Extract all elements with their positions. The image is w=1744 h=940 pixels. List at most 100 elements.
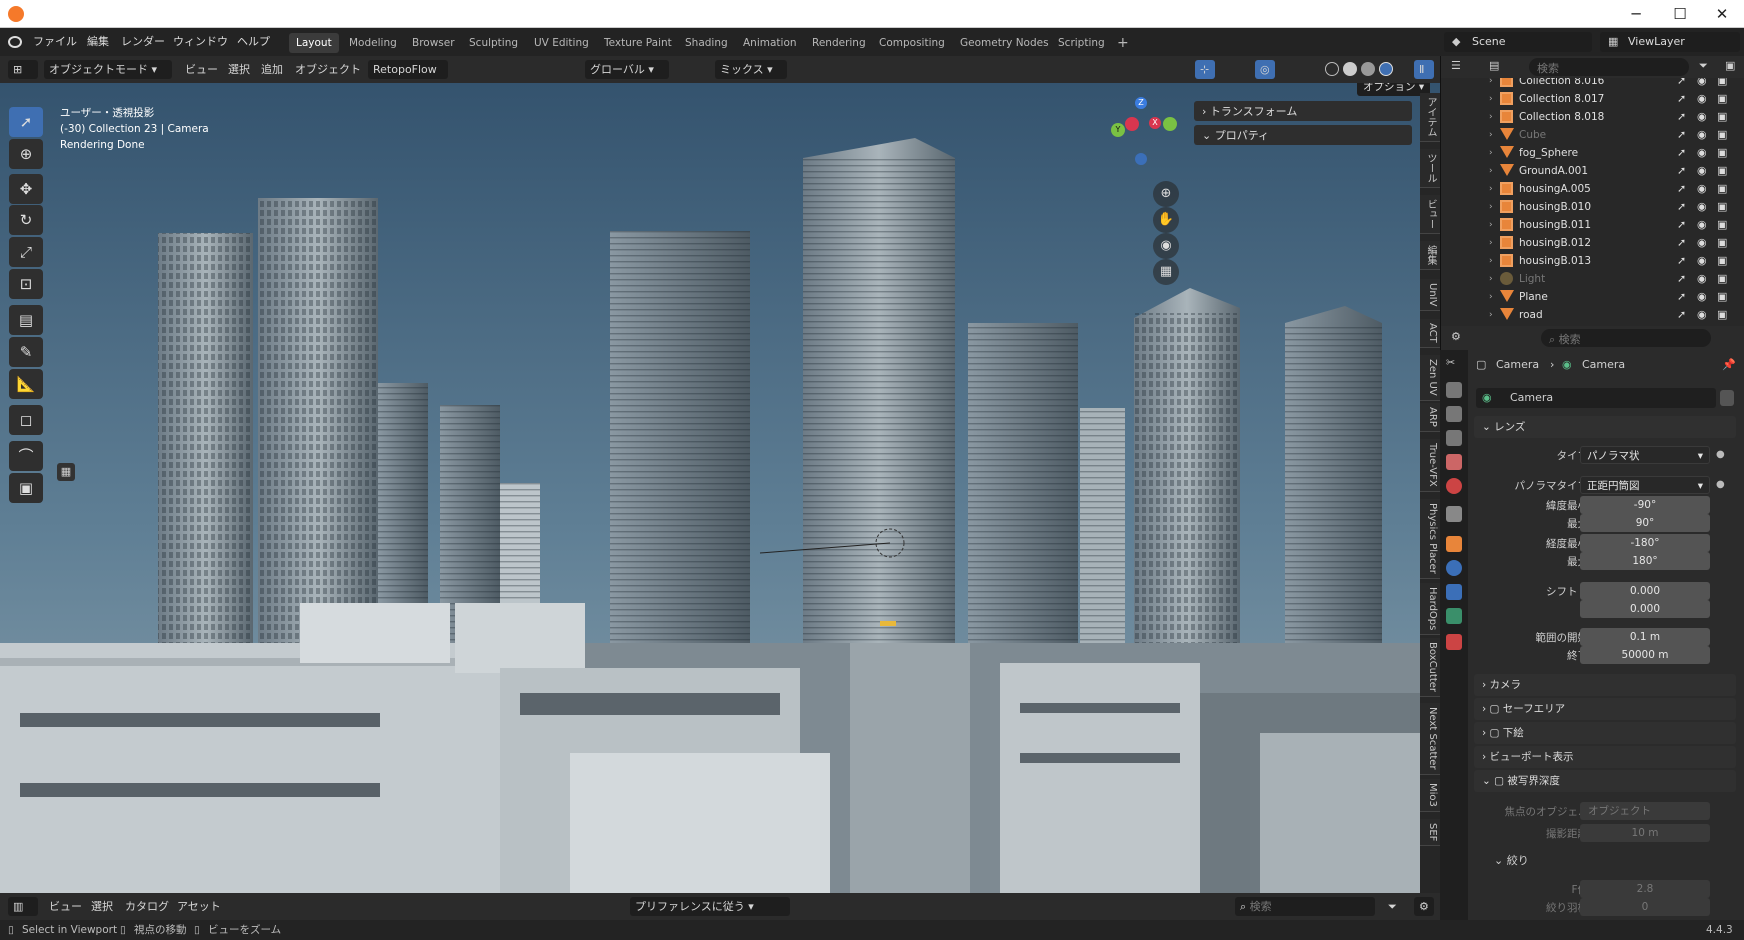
display-mode-icon[interactable]: ▤ <box>1489 59 1499 72</box>
visibility-eye-icon[interactable]: ◉ <box>1697 270 1707 288</box>
tab-texture-paint[interactable]: Texture Paint <box>597 33 679 53</box>
tab-sculpting[interactable]: Sculpting <box>462 33 525 53</box>
render-camera-icon[interactable]: ▣ <box>1717 234 1727 252</box>
render-camera-icon[interactable]: ▣ <box>1717 198 1727 216</box>
expand-chevron-icon[interactable]: › <box>1489 306 1493 324</box>
expand-chevron-icon[interactable]: › <box>1489 216 1493 234</box>
render-props-tab-icon[interactable] <box>1446 382 1462 398</box>
outliner-row[interactable]: › GroundA.001 ➚ ◉ ▣ <box>1441 162 1744 180</box>
select-tool-icon[interactable]: ➚ <box>9 107 43 137</box>
gizmo-x-axis[interactable]: X <box>1149 117 1161 129</box>
menu-object[interactable]: オブジェクト <box>290 60 366 79</box>
outliner-row[interactable]: › Light ➚ ◉ ▣ <box>1441 270 1744 288</box>
outliner-row[interactable]: › housingB.010 ➚ ◉ ▣ <box>1441 198 1744 216</box>
blender-menu-icon[interactable] <box>8 36 22 48</box>
visibility-eye-icon[interactable]: ◉ <box>1697 180 1707 198</box>
visibility-eye-icon[interactable]: ◉ <box>1697 90 1707 108</box>
lon-min-field[interactable]: -180° <box>1580 534 1710 552</box>
expand-chevron-icon[interactable]: › <box>1489 288 1493 306</box>
3d-viewport[interactable]: ユーザー・透視投影 (-30) Collection 23 | Camera R… <box>0 83 1440 893</box>
viewlayer-selector[interactable]: ▦ ViewLayer <box>1600 32 1740 52</box>
menu-file[interactable]: ファイル <box>28 32 82 52</box>
side-tab-edit[interactable]: 編集 <box>1420 241 1440 270</box>
tab-modeling[interactable]: Modeling <box>342 33 404 53</box>
lens-section[interactable]: ⌄ レンズ <box>1474 416 1736 438</box>
outliner-row[interactable]: › housingB.012 ➚ ◉ ▣ <box>1441 234 1744 252</box>
menu-add[interactable]: 追加 <box>256 60 288 79</box>
settings-gear-icon[interactable]: ⚙ <box>1414 897 1434 916</box>
gizmo-neg-x[interactable] <box>1125 117 1139 131</box>
measure-tool-icon[interactable]: 📐 <box>9 369 43 399</box>
mode-dropdown[interactable]: オブジェクトモード ▾ <box>44 60 172 79</box>
outliner-row[interactable]: › housingB.013 ➚ ◉ ▣ <box>1441 252 1744 270</box>
side-tab-tool[interactable]: ツール <box>1420 149 1440 188</box>
object-props-tab-icon[interactable] <box>1446 536 1462 552</box>
expand-chevron-icon[interactable]: › <box>1489 162 1493 180</box>
tab-layout[interactable]: Layout <box>289 33 339 53</box>
select-toggle-icon[interactable]: ➚ <box>1677 90 1686 108</box>
background-images-section[interactable]: › ▢ 下絵 <box>1474 722 1736 744</box>
blades-field[interactable]: 0 <box>1580 898 1710 916</box>
aperture-subsection[interactable]: ⌄ 絞り <box>1494 852 1529 868</box>
visibility-eye-icon[interactable]: ◉ <box>1697 234 1707 252</box>
visibility-eye-icon[interactable]: ◉ <box>1697 252 1707 270</box>
visibility-eye-icon[interactable]: ◉ <box>1697 198 1707 216</box>
close-button[interactable]: ✕ <box>1700 4 1744 24</box>
retopoflow-dropdown[interactable]: RetopoFlow ▾ <box>368 60 448 95</box>
expand-chevron-icon[interactable]: › <box>1489 198 1493 216</box>
camera-view-icon[interactable]: ◉ <box>1153 233 1179 259</box>
select-toggle-icon[interactable]: ➚ <box>1677 252 1686 270</box>
render-camera-icon[interactable]: ▣ <box>1717 306 1727 324</box>
outliner-editor-icon[interactable]: ☰ <box>1451 59 1461 72</box>
material-shading-icon[interactable] <box>1361 62 1375 76</box>
texture-tab-icon[interactable] <box>1446 634 1462 650</box>
expand-chevron-icon[interactable]: › <box>1489 270 1493 288</box>
annotate-tool-icon[interactable]: ▤ <box>9 305 43 335</box>
side-tab-mio3[interactable]: Mio3 <box>1420 779 1440 812</box>
footer-menu-catalog[interactable]: カタログ <box>120 897 174 916</box>
npanel-transform-section[interactable]: › トランスフォーム <box>1194 101 1412 121</box>
side-tab-next-scatter[interactable]: Next Scatter <box>1420 703 1440 775</box>
visibility-eye-icon[interactable]: ◉ <box>1697 144 1707 162</box>
menu-window[interactable]: ウィンドウ <box>168 32 233 52</box>
overlay-toggle-icon[interactable]: ◎ <box>1255 60 1275 79</box>
camera-datablock-field[interactable]: ◉ Camera <box>1476 388 1716 408</box>
fake-user-shield-icon[interactable] <box>1720 390 1734 406</box>
gizmo-y-axis[interactable]: Y <box>1111 123 1125 137</box>
select-toggle-icon[interactable]: ➚ <box>1677 180 1686 198</box>
visibility-eye-icon[interactable]: ◉ <box>1697 108 1707 126</box>
pin-icon[interactable]: 📌 <box>1722 358 1736 371</box>
render-camera-icon[interactable]: ▣ <box>1717 288 1727 306</box>
pan-hand-icon[interactable]: ✋ <box>1153 207 1179 233</box>
select-toggle-icon[interactable]: ➚ <box>1677 162 1686 180</box>
visibility-eye-icon[interactable]: ◉ <box>1697 126 1707 144</box>
keyframe-dot[interactable]: ● <box>1716 449 1725 460</box>
footer-menu-select[interactable]: 選択 <box>86 897 118 916</box>
visibility-eye-icon[interactable]: ◉ <box>1697 162 1707 180</box>
outliner-row[interactable]: › road ➚ ◉ ▣ <box>1441 306 1744 324</box>
scale-tool-icon[interactable]: ⤢ <box>9 237 43 267</box>
outliner-row[interactable]: › Collection 8.018 ➚ ◉ ▣ <box>1441 108 1744 126</box>
add-cube-tool-icon[interactable]: ◻ <box>9 405 43 435</box>
render-camera-icon[interactable]: ▣ <box>1717 180 1727 198</box>
scene-props-tab-icon[interactable] <box>1446 454 1462 470</box>
gizmo-neg-z[interactable] <box>1135 153 1147 165</box>
render-camera-icon[interactable]: ▣ <box>1717 144 1727 162</box>
draw-tool-icon[interactable]: ✎ <box>9 337 43 367</box>
maximize-button[interactable]: ☐ <box>1658 4 1702 24</box>
render-camera-icon[interactable]: ▣ <box>1717 126 1727 144</box>
expand-chevron-icon[interactable]: › <box>1489 252 1493 270</box>
panorama-type-dropdown[interactable]: 正距円筒図 ▾ <box>1580 476 1710 494</box>
expand-chevron-icon[interactable]: › <box>1489 78 1493 90</box>
side-tab-hardops[interactable]: HardOps <box>1420 583 1440 636</box>
tab-geometry-nodes[interactable]: Geometry Nodes <box>953 33 1056 53</box>
move-tool-icon[interactable]: ✥ <box>9 174 43 204</box>
lens-type-dropdown[interactable]: パノラマ状 ▾ <box>1580 446 1710 464</box>
menu-help[interactable]: ヘルプ <box>232 32 275 52</box>
footer-menu-view[interactable]: ビュー <box>44 897 87 916</box>
lat-min-field[interactable]: -90° <box>1580 496 1710 514</box>
outliner-row[interactable]: › fog_Sphere ➚ ◉ ▣ <box>1441 144 1744 162</box>
visibility-eye-icon[interactable]: ◉ <box>1697 78 1707 90</box>
select-toggle-icon[interactable]: ➚ <box>1677 288 1686 306</box>
focus-distance-field[interactable]: 10 m <box>1580 824 1710 842</box>
